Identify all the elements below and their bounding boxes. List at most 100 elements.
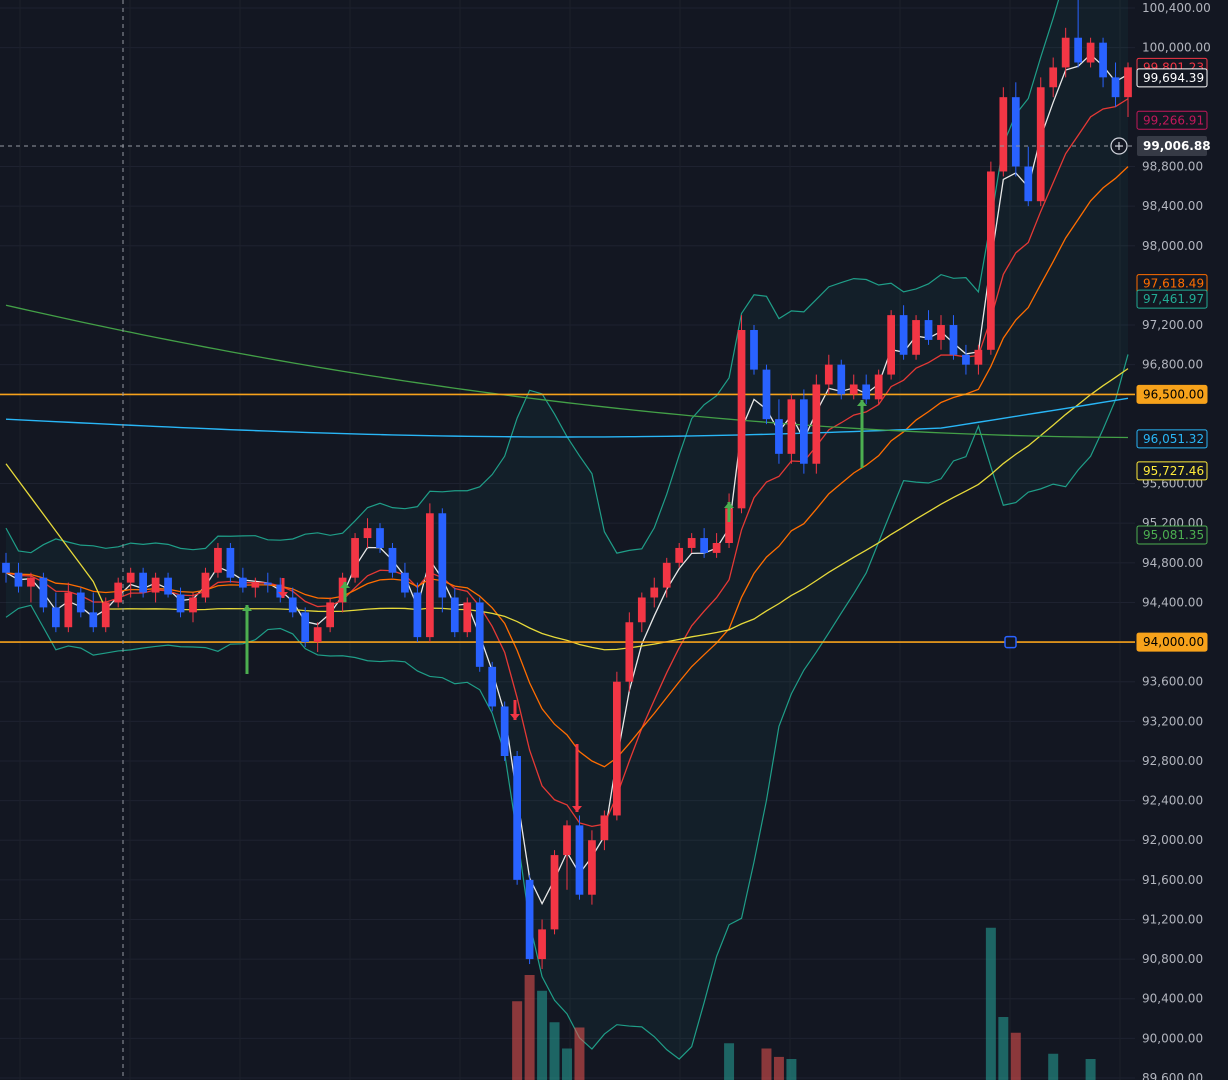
volume-bar xyxy=(1010,1032,1021,1080)
candle-body xyxy=(937,325,945,340)
candle-body xyxy=(1036,87,1045,202)
candle-body xyxy=(176,594,185,613)
candle-body xyxy=(525,879,534,960)
candle-body xyxy=(426,513,434,638)
candle-body xyxy=(588,840,596,895)
candle-body xyxy=(1011,97,1020,167)
axis-tick-label: 98,000.00 xyxy=(1142,239,1203,253)
candle-body xyxy=(438,513,447,598)
candle-body xyxy=(326,602,334,628)
candle-body xyxy=(687,538,696,548)
axis-tick-label: 100,400.00 xyxy=(1142,1,1211,15)
axis-tick-label: 91,200.00 xyxy=(1142,912,1203,926)
volume-bar xyxy=(761,1048,772,1080)
candle-body xyxy=(912,320,920,355)
candle-body xyxy=(89,612,98,628)
level-tag-label: 94,000.00 xyxy=(1143,635,1204,649)
price-tag: 99,266.91 xyxy=(1136,110,1208,130)
candle-body xyxy=(463,602,472,633)
candle-body xyxy=(1024,166,1033,202)
candle-body xyxy=(151,577,160,593)
candle-body xyxy=(27,577,35,587)
plus-circle-icon[interactable] xyxy=(1110,137,1128,155)
candle-body xyxy=(737,329,746,509)
candle-body xyxy=(600,815,609,841)
candle-body xyxy=(2,562,10,573)
candle-body xyxy=(625,622,634,682)
candle-body xyxy=(650,587,659,598)
candle-body xyxy=(475,602,484,667)
axis-tick-label: 91,600.00 xyxy=(1142,873,1203,887)
square-handle-icon[interactable] xyxy=(1004,635,1017,649)
candle-body xyxy=(1061,37,1070,68)
level-tag: 94,000.00 xyxy=(1136,632,1208,652)
candle-body xyxy=(762,369,771,420)
axis-tick-label: 100,000.00 xyxy=(1142,41,1211,55)
price-tag-label: 99,266.91 xyxy=(1143,113,1204,127)
axis-tick-label: 96,800.00 xyxy=(1142,358,1203,372)
candle-body xyxy=(550,855,559,930)
candle-body xyxy=(999,97,1008,172)
axis-tick-label: 90,400.00 xyxy=(1142,992,1203,1006)
volume-bar xyxy=(524,975,535,1080)
candle-body xyxy=(538,929,546,960)
candle-body xyxy=(164,577,172,595)
axis-tick-label: 94,400.00 xyxy=(1142,595,1203,609)
axis-tick-label: 98,400.00 xyxy=(1142,199,1203,213)
price-tag-label: 95,727.46 xyxy=(1143,464,1204,478)
axis-tick-label: 98,800.00 xyxy=(1142,160,1203,174)
axis-tick-label: 93,600.00 xyxy=(1142,675,1203,689)
candle-body xyxy=(139,572,147,593)
axis-tick-label: 94,800.00 xyxy=(1142,556,1203,570)
axis-tick-label: 92,800.00 xyxy=(1142,754,1203,768)
band-fill xyxy=(6,0,1128,1060)
candle-body xyxy=(1074,37,1082,63)
candle-body xyxy=(662,562,671,588)
candle-body xyxy=(899,315,908,355)
axis-tick-label: 92,400.00 xyxy=(1142,794,1203,808)
price-tag: 99,694.39 xyxy=(1136,68,1208,88)
candle-body xyxy=(700,538,708,553)
candle-body xyxy=(401,572,409,593)
candle-body xyxy=(101,602,110,628)
price-tag-label: 97,461.97 xyxy=(1143,292,1204,306)
candle-body xyxy=(251,582,260,588)
level-tag-label: 96,500.00 xyxy=(1143,387,1204,401)
volume-bar xyxy=(574,1027,585,1080)
candle-body xyxy=(39,577,48,608)
candle-body xyxy=(637,597,646,623)
price-tag: 97,461.97 xyxy=(1136,289,1208,309)
volume-bar xyxy=(549,1022,560,1080)
volume-bar xyxy=(724,1043,735,1080)
price-tag: 96,051.32 xyxy=(1136,429,1208,449)
price-tag-label: 97,618.49 xyxy=(1143,277,1204,291)
candle-body xyxy=(226,547,235,578)
candle-body xyxy=(301,612,310,643)
candle-body xyxy=(887,315,895,375)
volume-bar xyxy=(786,1059,797,1080)
volume-bar xyxy=(1048,1053,1059,1080)
volume-bar xyxy=(773,1056,784,1080)
crosshair-price-tag[interactable]: 99,006.88 xyxy=(1137,136,1211,157)
candle-body xyxy=(974,349,983,365)
candle-body xyxy=(750,329,758,370)
axis-tick-label: 90,000.00 xyxy=(1142,1031,1203,1045)
volume-bar xyxy=(537,990,548,1080)
candle-body xyxy=(962,354,970,365)
candle-body xyxy=(874,374,883,400)
candle-body xyxy=(712,543,721,553)
candle-body xyxy=(376,528,384,548)
candle-body xyxy=(675,547,684,563)
price-tag: 95,081.35 xyxy=(1136,525,1208,545)
candle-body xyxy=(351,538,359,578)
candle-body xyxy=(575,825,584,895)
candle-body xyxy=(214,547,222,573)
candle-body xyxy=(388,547,397,573)
candle-body xyxy=(288,597,297,613)
candle-body xyxy=(949,325,958,355)
candle-body xyxy=(14,572,23,587)
price-chart[interactable]: 100,400.00 100,000.00 98,800.00 98,400.00 98… xyxy=(0,0,1228,1080)
axis-tick-label: 92,000.00 xyxy=(1142,833,1203,847)
candle-body xyxy=(800,399,808,464)
candle-body xyxy=(849,384,858,395)
